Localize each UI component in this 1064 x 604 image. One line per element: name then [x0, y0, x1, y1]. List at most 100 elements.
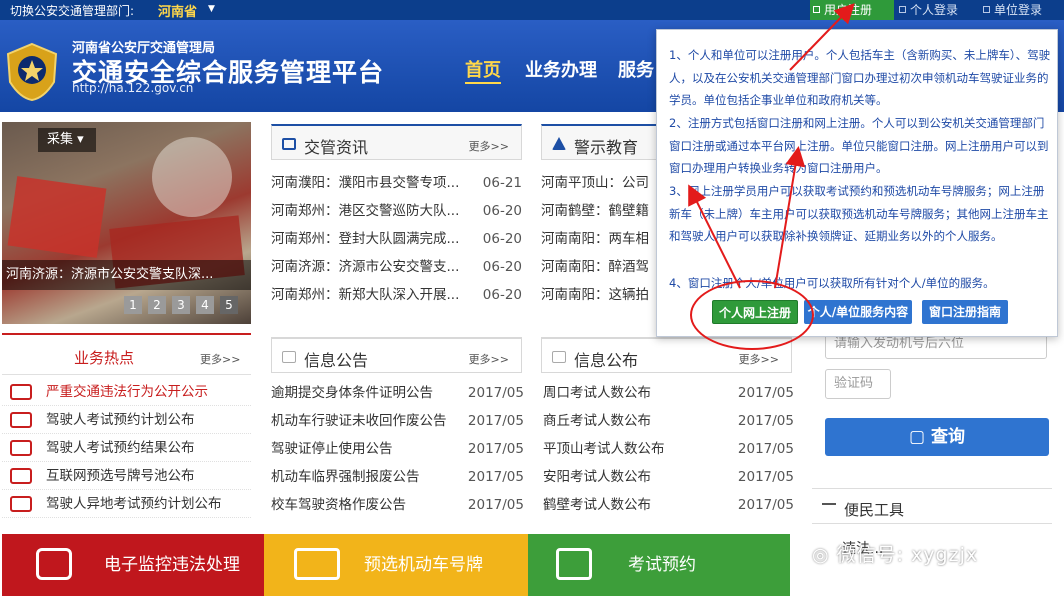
- warning-item[interactable]: 河南平顶山：公司: [541, 169, 661, 197]
- warning-item[interactable]: 河南南阳：这辆拍: [541, 281, 661, 309]
- news-item[interactable]: 河南济源：济源市公安交警支... 06-20: [271, 253, 522, 281]
- wechat-watermark-text: 微信号: xygzjx: [836, 544, 979, 566]
- news-item-text: 河南郑州：登封大队圆满完成...: [271, 231, 460, 247]
- news-item[interactable]: 河南濮阳：濮阳市县交警专项... 06-21: [271, 169, 522, 197]
- license-plate-icon: [294, 548, 340, 580]
- release-item-date: 2017/05: [737, 385, 794, 401]
- slideshow-page[interactable]: 2: [148, 296, 166, 314]
- release-list: 周口考试人数公布 2017/05 商丘考试人数公布 2017/05 平顶山考试人数公…: [543, 379, 794, 519]
- news-item[interactable]: 河南郑州：新郑大队深入开展... 06-20: [271, 281, 522, 309]
- warning-list: 河南平顶山：公司 河南鹤壁：鹤壁籍 河南南阳：两车相 河南南阳：醉酒驾 河南南阳…: [541, 169, 661, 309]
- hot-item[interactable]: 驾驶人异地考试预约计划公布: [2, 490, 251, 518]
- news-more-link[interactable]: 更多>>: [469, 138, 509, 154]
- info-item-text: 校车驾驶资格作废公告: [271, 497, 406, 513]
- site-url: http://ha.122.gov.cn: [72, 81, 194, 95]
- popup-paragraph-3: 3、网上注册学员用户可以获取考试预约和预选机动车号牌服务；网上注册新车（未上牌）…: [669, 184, 1049, 243]
- info-item[interactable]: 校车驾驶资格作废公告 2017/05: [271, 491, 524, 519]
- nav-business[interactable]: 业务办理: [525, 56, 597, 82]
- hot-item[interactable]: 驾驶人考试预约计划公布: [2, 406, 251, 434]
- warning-icon: [552, 137, 566, 150]
- hot-item-text: 驾驶人考试预约结果公布: [46, 440, 195, 456]
- switch-dept-label: 切换公安交通管理部门:: [10, 4, 135, 18]
- release-item[interactable]: 商丘考试人数公布 2017/05: [543, 407, 794, 435]
- hot-more-link[interactable]: 更多>>: [200, 351, 240, 367]
- license-plate-icon: [10, 468, 32, 484]
- warning-item[interactable]: 河南南阳：醉酒驾: [541, 253, 661, 281]
- info-panel-header: 信息公告 更多>>: [271, 337, 522, 373]
- slideshow-tag[interactable]: 采集 ▾: [38, 128, 96, 152]
- tools-icon: [822, 503, 836, 505]
- hot-item[interactable]: 严重交通违法行为公开公示: [2, 378, 251, 406]
- query-button[interactable]: ▢ 查询: [825, 418, 1049, 456]
- slideshow-page[interactable]: 1: [124, 296, 142, 314]
- service-content-button[interactable]: 个人/单位服务内容: [804, 300, 912, 324]
- warning-panel-title: 警示教育: [574, 138, 639, 157]
- warning-item[interactable]: 河南鹤壁：鹤壁籍: [541, 197, 661, 225]
- slideshow-page[interactable]: 3: [172, 296, 190, 314]
- release-item-text: 周口考试人数公布: [543, 385, 651, 401]
- register-button[interactable]: 用户注册: [810, 0, 894, 20]
- news-panel-title: 交管资讯: [304, 138, 369, 157]
- hot-item-text: 严重交通违法行为公开公示: [46, 384, 208, 400]
- province-select[interactable]: 河南省: [158, 1, 197, 20]
- news-item[interactable]: 河南郑州：港区交警巡防大队... 06-20: [271, 197, 522, 225]
- news-item-text: 河南郑州：港区交警巡防大队...: [271, 203, 460, 219]
- info-item-date: 2017/05: [467, 497, 524, 513]
- exam-booking-label: 考试预约: [628, 555, 696, 575]
- slideshow-tag-label: 采集: [47, 132, 74, 147]
- personal-login-button[interactable]: 个人登录: [896, 0, 976, 20]
- popup-paragraph-2: 2、注册方式包括窗口注册和网上注册。个人可以到公安机关交通管理部门窗口注册或通过…: [669, 116, 1049, 175]
- release-item-text: 商丘考试人数公布: [543, 413, 651, 429]
- hot-item-text: 互联网预选号牌号池公布: [46, 468, 195, 484]
- info-more-link[interactable]: 更多>>: [469, 351, 509, 367]
- slideshow-caption[interactable]: 河南济源：济源市公安交警支队深...: [2, 260, 251, 290]
- hot-item-text: 驾驶人异地考试预约计划公布: [46, 496, 222, 512]
- news-item[interactable]: 河南郑州：登封大队圆满完成... 06-20: [271, 225, 522, 253]
- hot-item-text: 驾驶人考试预约计划公布: [46, 412, 195, 428]
- tools-header: 便民工具: [812, 488, 1052, 524]
- info-item[interactable]: 驾驶证停止使用公告 2017/05: [271, 435, 524, 463]
- release-item[interactable]: 安阳考试人数公布 2017/05: [543, 463, 794, 491]
- info-item-text: 驾驶证停止使用公告: [271, 441, 393, 457]
- news-slideshow-image[interactable]: [2, 122, 251, 324]
- info-item-date: 2017/05: [467, 441, 524, 457]
- hot-item[interactable]: 互联网预选号牌号池公布: [2, 462, 251, 490]
- slideshow-page[interactable]: 5: [220, 296, 238, 314]
- camera-violation-button[interactable]: 电子监控违法处理: [2, 534, 264, 596]
- user-icon: [899, 6, 906, 13]
- release-more-link[interactable]: 更多>>: [739, 351, 779, 367]
- nav-home[interactable]: 首页: [465, 56, 501, 84]
- chevron-down-icon[interactable]: ▼: [208, 4, 215, 14]
- window-register-guide-button[interactable]: 窗口注册指南: [922, 300, 1008, 324]
- info-item[interactable]: 机动车临界强制报废公告 2017/05: [271, 463, 524, 491]
- release-item-date: 2017/05: [737, 469, 794, 485]
- release-item[interactable]: 周口考试人数公布 2017/05: [543, 379, 794, 407]
- plate-preselect-button[interactable]: 预选机动车号牌: [264, 534, 528, 596]
- hot-item[interactable]: 驾驶人考试预约结果公布: [2, 434, 251, 462]
- hot-topics-list: 严重交通违法行为公开公示 驾驶人考试预约计划公布 驾驶人考试预约结果公布 互联网…: [2, 378, 251, 518]
- info-list: 逾期提交身体条件证明公告 2017/05 机动车行驶证未收回作废公告 2017/05…: [271, 379, 524, 519]
- wechat-watermark: ◎ 微信号: xygzjx: [812, 540, 978, 567]
- slideshow-page[interactable]: 4: [196, 296, 214, 314]
- release-item[interactable]: 平顶山考试人数公布 2017/05: [543, 435, 794, 463]
- news-panel-header: 交管资讯 更多>>: [271, 124, 522, 160]
- nav-service[interactable]: 服务: [618, 56, 654, 82]
- info-item[interactable]: 机动车行驶证未收回作废公告 2017/05: [271, 407, 524, 435]
- highlight-ellipse: [690, 280, 814, 350]
- exam-booking-button[interactable]: 考试预约: [528, 534, 790, 596]
- info-item-date: 2017/05: [467, 385, 524, 401]
- calendar-icon: [556, 548, 592, 580]
- captcha-input[interactable]: 验证码: [825, 369, 891, 399]
- release-item[interactable]: 鹤壁考试人数公布 2017/05: [543, 491, 794, 519]
- info-item-date: 2017/05: [467, 469, 524, 485]
- news-item-text: 河南济源：济源市公安交警支...: [271, 259, 460, 275]
- calendar-icon: [10, 412, 32, 428]
- news-list: 河南濮阳：濮阳市县交警专项... 06-21 河南郑州：港区交警巡防大队... 06…: [271, 169, 522, 309]
- plate-preselect-label: 预选机动车号牌: [364, 555, 483, 575]
- info-panel-title: 信息公告: [304, 351, 369, 370]
- info-item[interactable]: 逾期提交身体条件证明公告 2017/05: [271, 379, 524, 407]
- unit-login-button[interactable]: 单位登录: [980, 0, 1064, 20]
- news-item-date: 06-20: [482, 287, 522, 303]
- release-item-date: 2017/05: [737, 441, 794, 457]
- warning-item[interactable]: 河南南阳：两车相: [541, 225, 661, 253]
